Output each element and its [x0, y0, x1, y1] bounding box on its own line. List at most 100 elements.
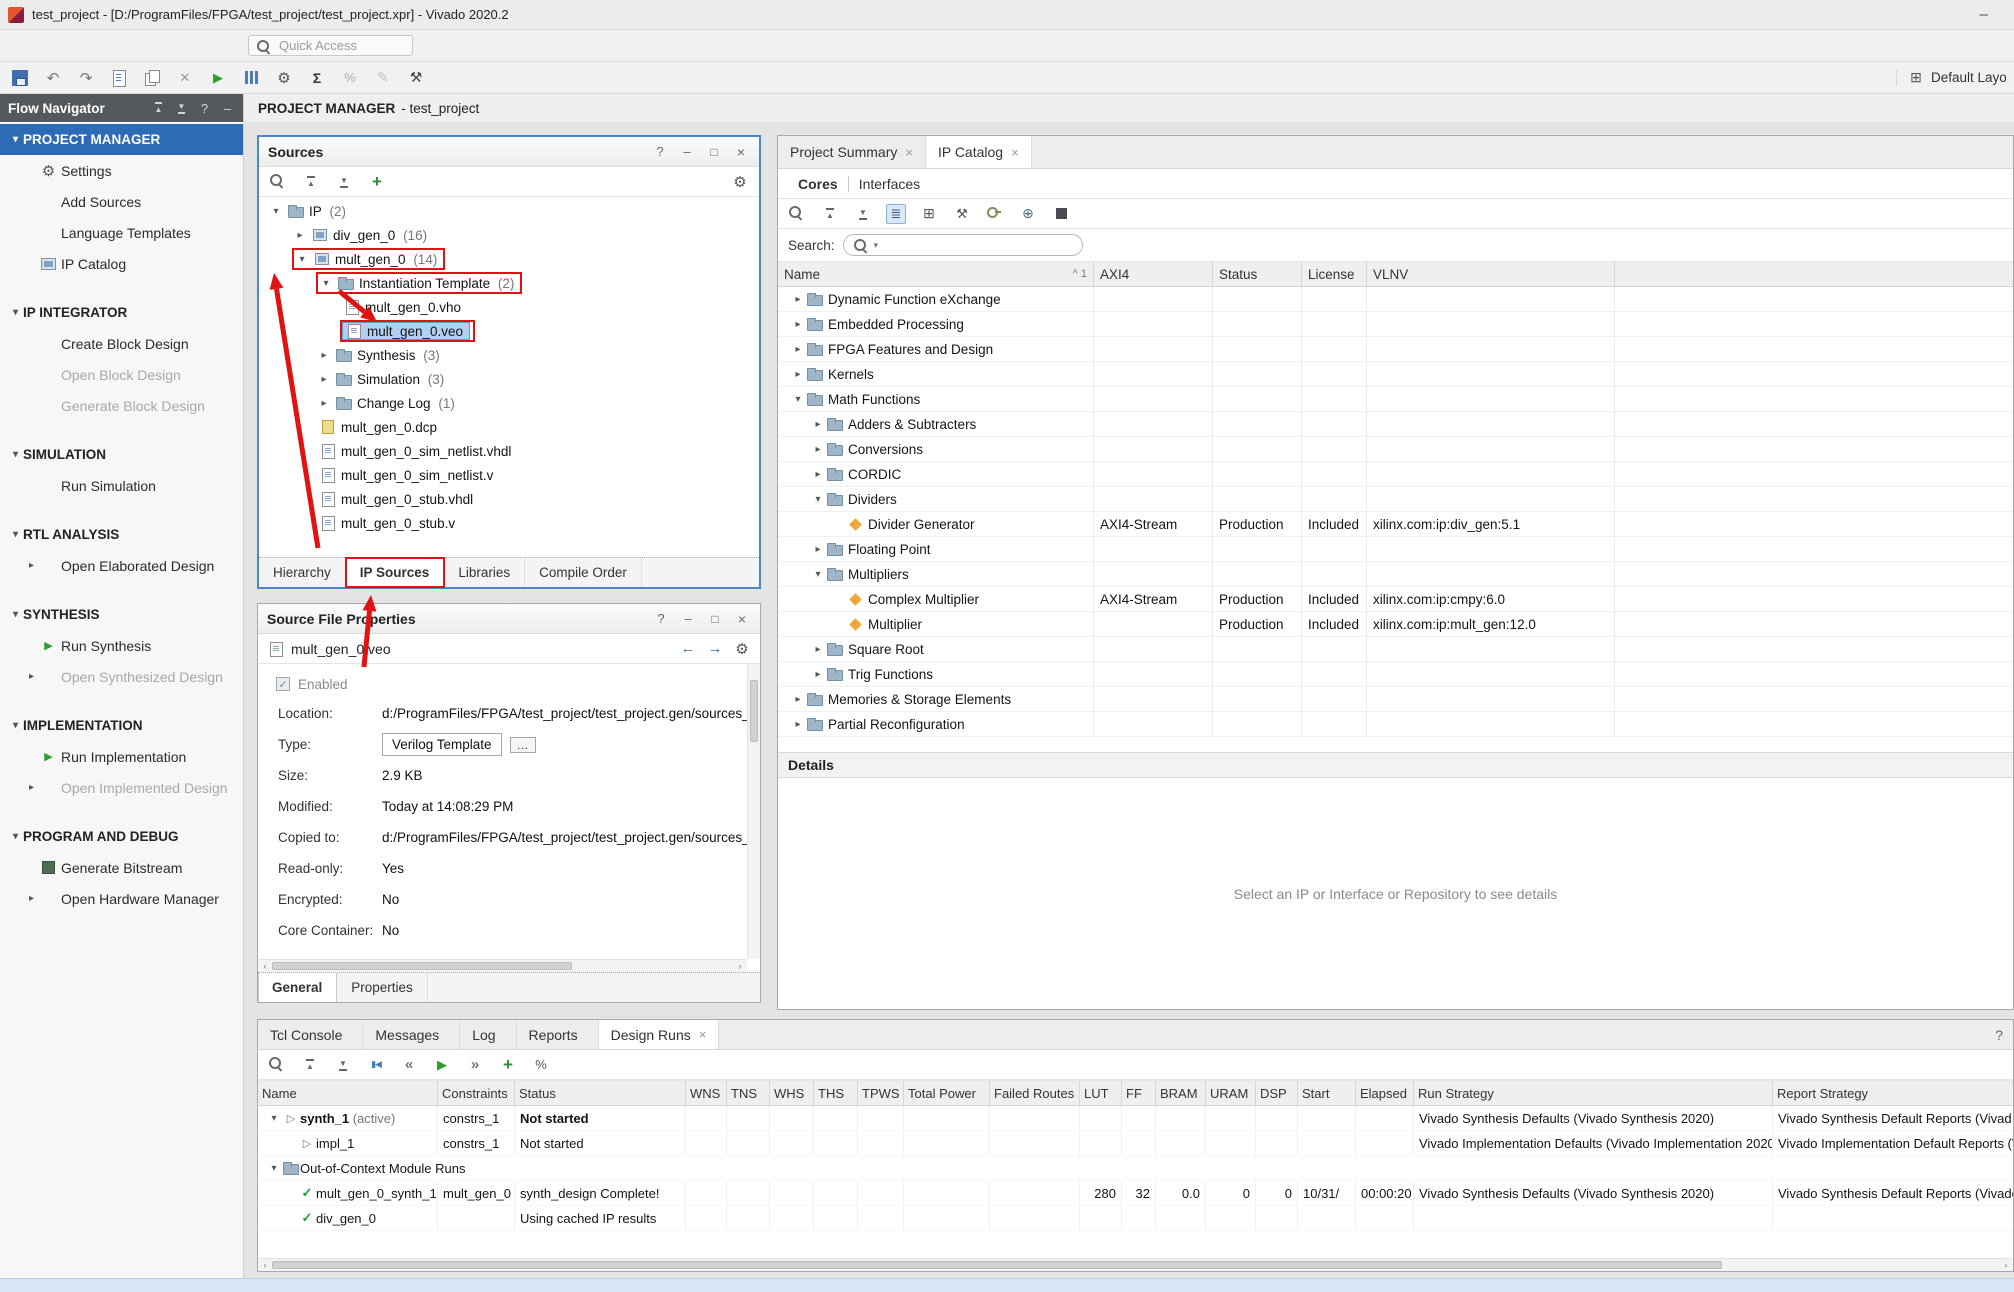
- tree-item[interactable]: ▾ Instantiation Template (2): [259, 271, 759, 295]
- flow-nav-item[interactable]: Run Implementation: [0, 741, 243, 772]
- flow-nav-item[interactable]: ▸ Open Elaborated Design: [0, 550, 243, 581]
- tree-item[interactable]: mult_gen_0_stub.vhdl: [259, 487, 759, 511]
- flow-nav-item[interactable]: Language Templates: [0, 217, 243, 248]
- document-tab[interactable]: IP Catalog ×: [926, 136, 1032, 168]
- flow-nav-item[interactable]: ▸ Open Hardware Manager: [0, 883, 243, 914]
- panel-tab[interactable]: Compile Order: [525, 558, 642, 587]
- catalog-row[interactable]: ▸ Dynamic Function eXchange: [778, 287, 2013, 312]
- column-header[interactable]: WNS: [686, 1081, 727, 1105]
- close-icon[interactable]: [733, 610, 751, 628]
- close-tab-icon[interactable]: ×: [1011, 145, 1019, 160]
- design-run-row[interactable]: div_gen_0 Using cached IP results: [258, 1206, 2013, 1231]
- catalog-row[interactable]: ▸ Adders & Subtracters: [778, 412, 2013, 437]
- menu-item[interactable]: [30, 41, 54, 51]
- more-button[interactable]: …: [510, 737, 536, 753]
- float-icon[interactable]: [679, 610, 697, 628]
- column-header[interactable]: TNS: [727, 1081, 770, 1105]
- flow-nav-item[interactable]: Settings: [0, 155, 243, 186]
- horizontal-scrollbar[interactable]: [258, 959, 747, 972]
- add-icon[interactable]: [367, 172, 387, 192]
- design-run-row[interactable]: ▾ Out-of-Context Module Runs: [258, 1156, 2013, 1181]
- scroll-left-icon[interactable]: [258, 1260, 272, 1270]
- column-header[interactable]: Elapsed: [1356, 1081, 1414, 1105]
- column-header[interactable]: LUT: [1080, 1081, 1122, 1105]
- expand-all-icon[interactable]: [853, 204, 873, 224]
- catalog-row[interactable]: Divider Generator AXI4-Stream Production…: [778, 512, 2013, 537]
- tree-item[interactable]: ▸ Synthesis (3): [259, 343, 759, 367]
- tree-item[interactable]: ▸ div_gen_0 (16): [259, 223, 759, 247]
- catalog-row[interactable]: ▸ Embedded Processing: [778, 312, 2013, 337]
- catalog-row[interactable]: ▸ FPGA Features and Design: [778, 337, 2013, 362]
- flow-nav-item[interactable]: Add Sources: [0, 186, 243, 217]
- menu-item[interactable]: [198, 41, 222, 51]
- back-icon[interactable]: [679, 640, 697, 658]
- expander-icon[interactable]: ▸: [810, 644, 826, 655]
- flow-nav-item[interactable]: Generate Block Design: [0, 390, 243, 421]
- column-header[interactable]: Start: [1298, 1081, 1356, 1105]
- column-header[interactable]: Status: [515, 1081, 686, 1105]
- design-run-row[interactable]: ▾ synth_1 (active) constrs_1 Not started: [258, 1106, 2013, 1131]
- catalog-row[interactable]: ▸ Memories & Storage Elements: [778, 687, 2013, 712]
- column-header[interactable]: Status: [1213, 262, 1302, 286]
- bottom-tab[interactable]: Tcl Console: [258, 1020, 363, 1049]
- column-header[interactable]: WHS: [770, 1081, 814, 1105]
- expand-all-icon[interactable]: [333, 1055, 353, 1075]
- tree-item[interactable]: mult_gen_0.veo: [259, 319, 759, 343]
- maximize-icon[interactable]: [705, 143, 723, 161]
- save-icon[interactable]: [8, 66, 32, 90]
- collapse-all-icon[interactable]: [301, 172, 321, 192]
- collapse-all-icon[interactable]: [820, 204, 840, 224]
- close-icon[interactable]: [732, 143, 750, 161]
- flow-nav-item[interactable]: ▾ RTL ANALYSIS: [0, 519, 243, 550]
- close-tab-icon[interactable]: ×: [905, 145, 913, 160]
- expander-icon[interactable]: ▾: [266, 1113, 282, 1124]
- expander-icon[interactable]: ▾: [790, 394, 806, 405]
- flow-nav-item[interactable]: Run Simulation: [0, 470, 243, 501]
- column-header[interactable]: FF: [1122, 1081, 1156, 1105]
- quick-access-search[interactable]: Quick Access: [248, 35, 413, 56]
- settings-icon[interactable]: [730, 172, 750, 192]
- undo-icon[interactable]: [41, 66, 65, 90]
- menu-item[interactable]: [126, 41, 150, 51]
- bottom-tab[interactable]: Reports: [517, 1020, 599, 1049]
- search-icon[interactable]: [268, 172, 288, 192]
- view-tab[interactable]: Cores: [788, 176, 848, 192]
- help-icon[interactable]: [651, 143, 669, 161]
- wrench-icon[interactable]: [952, 204, 972, 224]
- panel-tab[interactable]: IP Sources: [346, 558, 445, 587]
- column-header[interactable]: Total Power: [904, 1081, 990, 1105]
- menu-item[interactable]: [6, 41, 30, 51]
- expander-icon[interactable]: ▾: [268, 206, 284, 217]
- panel-tab[interactable]: Properties: [337, 973, 428, 1002]
- flow-nav-item[interactable]: IP Catalog: [0, 248, 243, 279]
- fforward-icon[interactable]: [465, 1055, 485, 1075]
- menu-item[interactable]: [78, 41, 102, 51]
- horizontal-scrollbar[interactable]: [258, 1258, 2013, 1271]
- expander-icon[interactable]: ▸: [790, 719, 806, 730]
- scrollbar-thumb[interactable]: [272, 962, 572, 970]
- add-icon[interactable]: [498, 1055, 518, 1075]
- expander-icon[interactable]: ▸: [790, 294, 806, 305]
- catalog-row[interactable]: Multiplier Production Included xilinx.co…: [778, 612, 2013, 637]
- collapse-all-icon[interactable]: [151, 101, 166, 116]
- column-header[interactable]: DSP: [1256, 1081, 1298, 1105]
- flow-nav-item[interactable]: ▾ SYNTHESIS: [0, 599, 243, 630]
- key-icon[interactable]: [985, 204, 1005, 224]
- step-first-icon[interactable]: [366, 1055, 386, 1075]
- column-header[interactable]: THS: [814, 1081, 858, 1105]
- scroll-left-icon[interactable]: [258, 961, 272, 971]
- menu-item[interactable]: [54, 41, 78, 51]
- catalog-row[interactable]: ▸ Conversions: [778, 437, 2013, 462]
- menu-item[interactable]: [102, 41, 126, 51]
- percent-icon[interactable]: [531, 1055, 551, 1075]
- catalog-row[interactable]: Complex Multiplier AXI4-Stream Productio…: [778, 587, 2013, 612]
- expander-icon[interactable]: ▸: [292, 230, 308, 241]
- flow-nav-item[interactable]: Open Block Design: [0, 359, 243, 390]
- column-header[interactable]: Constraints: [438, 1081, 515, 1105]
- expand-all-icon[interactable]: [174, 101, 189, 116]
- design-run-row[interactable]: mult_gen_0_synth_1 mult_gen_0 synth_desi…: [258, 1181, 2013, 1206]
- tree-item[interactable]: mult_gen_0.vho: [259, 295, 759, 319]
- percent-icon[interactable]: [338, 66, 362, 90]
- bottom-tab[interactable]: Log: [460, 1020, 516, 1049]
- expander-icon[interactable]: ▸: [316, 374, 332, 385]
